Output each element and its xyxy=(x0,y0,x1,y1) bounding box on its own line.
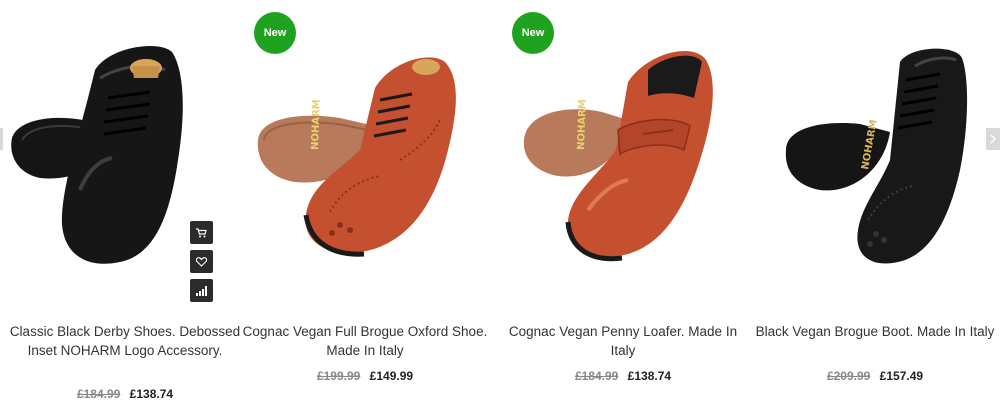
product-price: £184.99 £138.74 xyxy=(0,387,250,401)
add-to-cart-button[interactable] xyxy=(190,221,213,244)
product-card[interactable]: NOHARM New Cognac Vegan Penny Loafer. Ma… xyxy=(498,0,748,410)
product-card[interactable]: NOHARM New Cognac Vegan Full Brogue Oxfo… xyxy=(240,0,490,410)
product-card[interactable]: NOHARM Black Vegan Brogue Boot. Made In … xyxy=(750,0,1000,410)
chevron-right-icon xyxy=(990,134,997,144)
product-title[interactable]: Classic Black Derby Shoes. Debossed Inse… xyxy=(0,322,250,360)
cart-icon xyxy=(196,227,207,237)
new-badge: New xyxy=(512,12,554,54)
old-price: £199.99 xyxy=(316,369,361,383)
compare-icon xyxy=(196,285,207,296)
product-price: £209.99 £157.49 xyxy=(750,369,1000,383)
wishlist-button[interactable] xyxy=(190,250,213,273)
heart-icon xyxy=(196,256,207,267)
sale-price: £157.49 xyxy=(879,369,924,383)
product-title[interactable]: Cognac Vegan Full Brogue Oxford Shoe. Ma… xyxy=(240,322,490,360)
carousel-next-button[interactable] xyxy=(986,128,1000,150)
sale-price: £138.74 xyxy=(129,387,174,401)
product-title[interactable]: Black Vegan Brogue Boot. Made In Italy xyxy=(750,322,1000,341)
new-badge: New xyxy=(254,12,296,54)
carousel-prev-button[interactable] xyxy=(0,128,3,150)
old-price: £184.99 xyxy=(574,369,619,383)
product-title[interactable]: Cognac Vegan Penny Loafer. Made In Italy xyxy=(498,322,748,360)
product-price: £184.99 £138.74 xyxy=(498,369,748,383)
sale-price: £149.99 xyxy=(369,369,414,383)
product-actions xyxy=(190,221,213,308)
product-image[interactable]: NOHARM xyxy=(750,0,1000,300)
sole-logo: NOHARM xyxy=(576,99,589,150)
product-card[interactable]: Classic Black Derby Shoes. Debossed Inse… xyxy=(0,0,250,410)
compare-button[interactable] xyxy=(190,279,213,302)
sole-logo: NOHARM xyxy=(310,99,323,150)
old-price: £209.99 xyxy=(826,369,871,383)
old-price: £184.99 xyxy=(76,387,121,401)
product-carousel: Classic Black Derby Shoes. Debossed Inse… xyxy=(0,0,1000,410)
product-price: £199.99 £149.99 xyxy=(240,369,490,383)
sale-price: £138.74 xyxy=(627,369,672,383)
